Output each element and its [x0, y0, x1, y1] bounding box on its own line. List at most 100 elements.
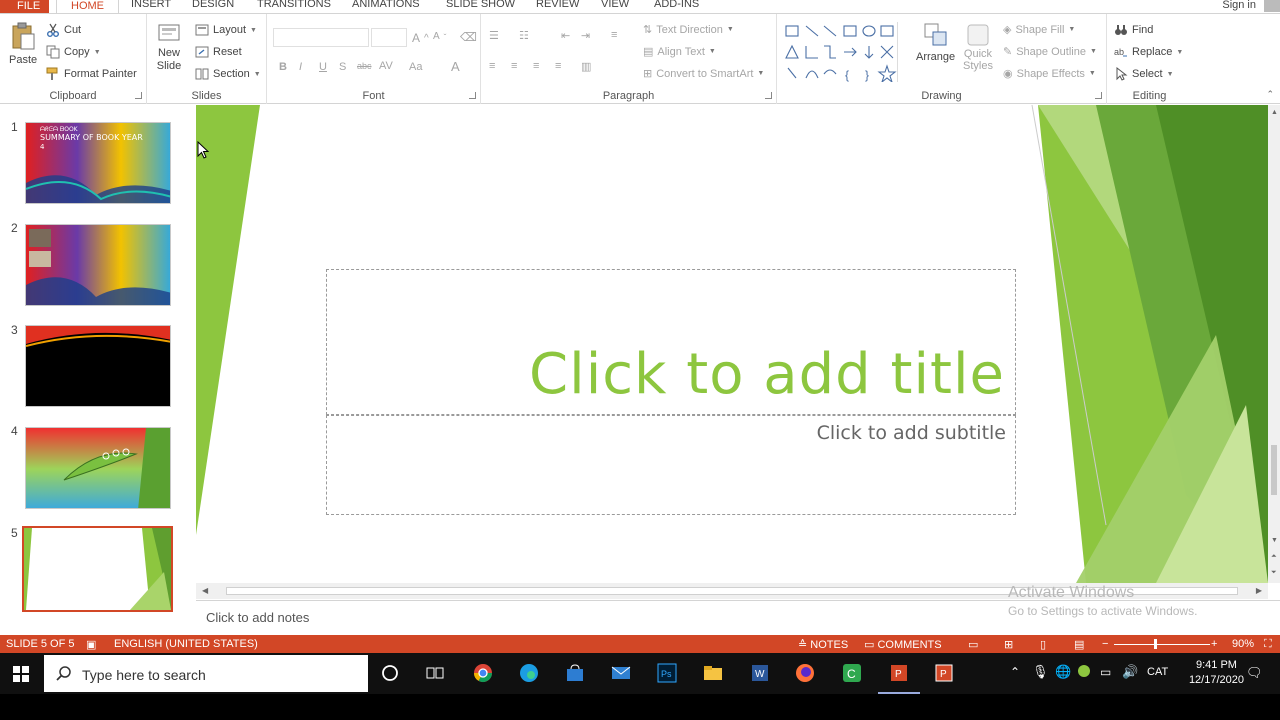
- slide-thumbnail-4[interactable]: [25, 427, 171, 509]
- arrange-button[interactable]: Arrange: [916, 22, 955, 63]
- subtitle-placeholder[interactable]: Click to add subtitle: [326, 415, 1016, 515]
- text-direction-button[interactable]: ⇅ Text Direction ▼: [643, 23, 734, 37]
- bold-icon[interactable]: B: [279, 61, 287, 73]
- cut-button[interactable]: Cut: [46, 23, 81, 37]
- shrink-font-icon[interactable]: Aˇ: [433, 31, 446, 42]
- camtasia-icon[interactable]: C: [842, 663, 862, 683]
- chrome-icon[interactable]: [473, 663, 493, 683]
- windows-start-icon[interactable]: [13, 666, 29, 682]
- justify-icon[interactable]: ≡: [555, 60, 561, 72]
- numbering-icon[interactable]: ☷: [519, 29, 529, 42]
- reading-view-icon[interactable]: ▯: [1040, 638, 1046, 651]
- copy-button[interactable]: Copy ▼: [46, 45, 101, 59]
- zoom-level[interactable]: 90%: [1232, 638, 1254, 650]
- change-case-icon[interactable]: Aa: [409, 61, 422, 73]
- dialog-launcher-icon[interactable]: [135, 92, 142, 99]
- status-app-icon[interactable]: [1078, 665, 1090, 677]
- font-name-box[interactable]: [273, 28, 369, 47]
- chevron-down-icon[interactable]: ▼: [94, 49, 101, 56]
- zoom-out-icon[interactable]: −: [1102, 638, 1108, 650]
- line-spacing-icon[interactable]: ≡: [611, 29, 617, 41]
- tab-design[interactable]: DESIGN: [192, 0, 234, 13]
- quick-styles-button[interactable]: Quick Styles: [963, 22, 993, 72]
- zoom-slider-thumb[interactable]: [1154, 639, 1157, 649]
- decrease-indent-icon[interactable]: ⇤: [561, 29, 570, 42]
- shape-outline-button[interactable]: ✎ Shape Outline ▼: [1003, 45, 1097, 59]
- scroll-up-icon[interactable]: ▲: [1271, 109, 1278, 116]
- battery-icon[interactable]: ▭: [1100, 665, 1111, 679]
- word-icon[interactable]: W: [750, 663, 770, 683]
- scroll-down-icon[interactable]: ▼: [1271, 537, 1278, 544]
- format-painter-button[interactable]: Format Painter: [46, 67, 137, 81]
- edge-icon[interactable]: [519, 663, 539, 683]
- cortana-icon[interactable]: [380, 663, 400, 683]
- comments-button[interactable]: ▭ COMMENTS: [864, 638, 942, 651]
- slide-thumbnail-2[interactable]: [25, 224, 171, 306]
- language-indicator[interactable]: ENGLISH (UNITED STATES): [114, 638, 258, 650]
- zoom-slider[interactable]: [1114, 644, 1210, 645]
- tab-insert[interactable]: INSERT: [131, 0, 171, 13]
- dialog-launcher-icon[interactable]: [1095, 92, 1102, 99]
- notification-icon[interactable]: 🗨: [1246, 665, 1263, 681]
- task-view-icon[interactable]: [425, 663, 445, 683]
- align-text-button[interactable]: ▤ Align Text ▼: [643, 45, 716, 59]
- slide-thumbnail-3[interactable]: [25, 325, 171, 407]
- photoshop-icon[interactable]: Ps: [657, 663, 677, 683]
- powerpoint-icon[interactable]: P: [889, 663, 909, 683]
- underline-icon[interactable]: U: [319, 61, 327, 73]
- notes-button[interactable]: ≙ NOTES: [798, 638, 848, 651]
- file-explorer-icon[interactable]: [703, 663, 723, 683]
- account-avatar[interactable]: [1264, 0, 1280, 12]
- tab-review[interactable]: REVIEW: [536, 0, 579, 13]
- slide-show-icon[interactable]: ▤: [1074, 638, 1084, 651]
- collapse-ribbon-icon[interactable]: ⌃: [1266, 89, 1274, 100]
- vertical-scrollbar[interactable]: ▲ ▼ ⏶ ⏷: [1268, 105, 1280, 583]
- gallery-scroll[interactable]: [897, 22, 909, 82]
- fit-to-window-icon[interactable]: ⛶: [1264, 638, 1272, 651]
- firefox-icon[interactable]: [795, 663, 815, 683]
- align-center-icon[interactable]: ≡: [511, 60, 517, 72]
- align-left-icon[interactable]: ≡: [489, 60, 495, 72]
- clear-formatting-icon[interactable]: ⌫: [460, 30, 477, 44]
- layout-button[interactable]: Layout ▼: [195, 23, 257, 37]
- scroll-thumb[interactable]: [1271, 445, 1277, 495]
- next-slide-icon[interactable]: ⏷: [1271, 569, 1277, 577]
- tab-add-ins[interactable]: ADD-INS: [654, 0, 699, 13]
- convert-smartart-button[interactable]: ⊞ Convert to SmartArt ▼: [643, 67, 764, 81]
- character-spacing-icon[interactable]: AV: [379, 60, 393, 72]
- title-placeholder[interactable]: Click to add title: [326, 269, 1016, 415]
- slide-thumbnail-1[interactable]: ᗩᖇᕮᗩ ᗷOOK SUMMARY OF BOOK YEAR 4: [25, 122, 171, 204]
- tab-slide-show[interactable]: SLIDE SHOW: [446, 0, 515, 13]
- tab-view[interactable]: VIEW: [601, 0, 629, 13]
- shape-fill-button[interactable]: ◈ Shape Fill ▼: [1003, 23, 1075, 37]
- grow-font-icon[interactable]: A ^: [412, 31, 429, 45]
- increase-indent-icon[interactable]: ⇥: [581, 29, 590, 42]
- tab-transitions[interactable]: TRANSITIONS: [257, 0, 331, 13]
- strikethrough-icon[interactable]: abc: [357, 61, 372, 71]
- font-size-box[interactable]: [371, 28, 407, 47]
- scroll-right-icon[interactable]: ▶: [1256, 586, 1262, 595]
- tab-file[interactable]: FILE: [0, 0, 50, 13]
- volume-icon[interactable]: 🔊: [1122, 664, 1138, 680]
- sign-in-link[interactable]: Sign in: [1222, 0, 1256, 11]
- network-icon[interactable]: 🌐: [1055, 664, 1071, 680]
- input-language[interactable]: CAT: [1147, 666, 1168, 678]
- slide-canvas[interactable]: Click to add title Click to add subtitle: [196, 105, 1268, 583]
- dialog-launcher-icon[interactable]: [765, 92, 772, 99]
- spelling-icon[interactable]: ▣: [86, 638, 96, 651]
- tab-animations[interactable]: ANIMATIONS: [352, 0, 420, 13]
- dialog-launcher-icon[interactable]: [469, 92, 476, 99]
- replace-button[interactable]: ab Replace ▼: [1114, 45, 1183, 59]
- zoom-in-icon[interactable]: +: [1211, 638, 1217, 650]
- columns-icon[interactable]: ▥: [581, 60, 591, 73]
- previous-slide-icon[interactable]: ⏶: [1271, 553, 1277, 561]
- bullets-icon[interactable]: ☰: [489, 29, 499, 42]
- new-slide-button[interactable]: New Slide: [156, 24, 182, 72]
- shadow-icon[interactable]: S: [339, 61, 346, 73]
- taskbar-search-box[interactable]: Type here to search: [44, 655, 368, 692]
- paste-button[interactable]: Paste: [9, 22, 37, 66]
- find-button[interactable]: Find: [1114, 23, 1153, 37]
- shapes-gallery[interactable]: {}: [783, 22, 913, 82]
- align-right-icon[interactable]: ≡: [533, 60, 539, 72]
- slideshow-window-icon[interactable]: P: [934, 663, 954, 683]
